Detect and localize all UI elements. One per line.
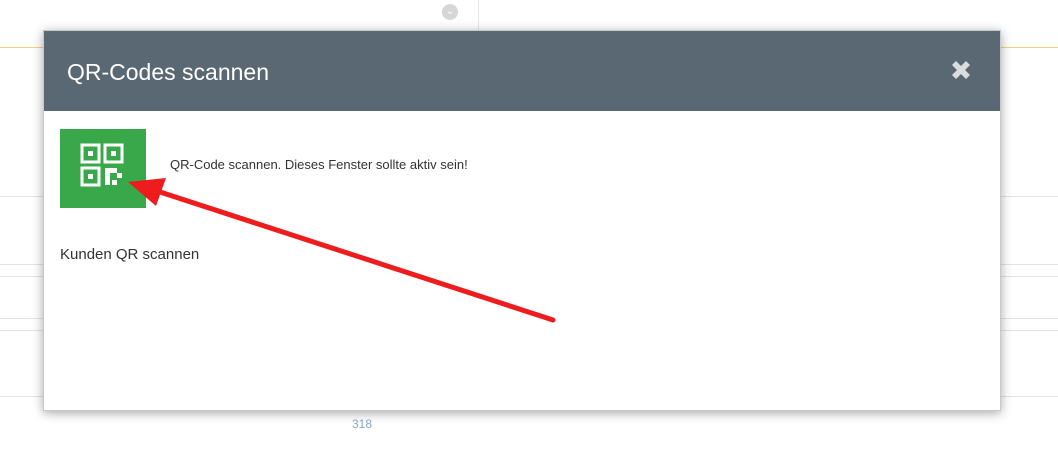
dialog-header: QR-Codes scannen xyxy=(44,31,1000,111)
customer-qr-label: Kunden QR scannen xyxy=(60,246,200,263)
scan-hint-text: QR-Code scannen. Dieses Fenster sollte a… xyxy=(170,157,468,172)
dialog-title: QR-Codes scannen xyxy=(67,59,269,85)
page: ⌄ 318 QR-Codes scannen QR-Code scannen. … xyxy=(0,0,1058,455)
dialog-body: QR-Code scannen. Dieses Fenster sollte a… xyxy=(44,111,1000,410)
scan-qr-button[interactable] xyxy=(60,129,146,208)
close-x-icon xyxy=(952,61,970,79)
qr-scan-dialog: QR-Codes scannen QR-Code scannen. Dieses… xyxy=(43,30,1001,411)
chevron-down-icon[interactable]: ⌄ xyxy=(442,4,458,20)
close-button[interactable] xyxy=(948,57,974,83)
background-divider xyxy=(478,0,479,30)
background-number[interactable]: 318 xyxy=(352,417,372,431)
qr-code-icon xyxy=(80,143,124,187)
